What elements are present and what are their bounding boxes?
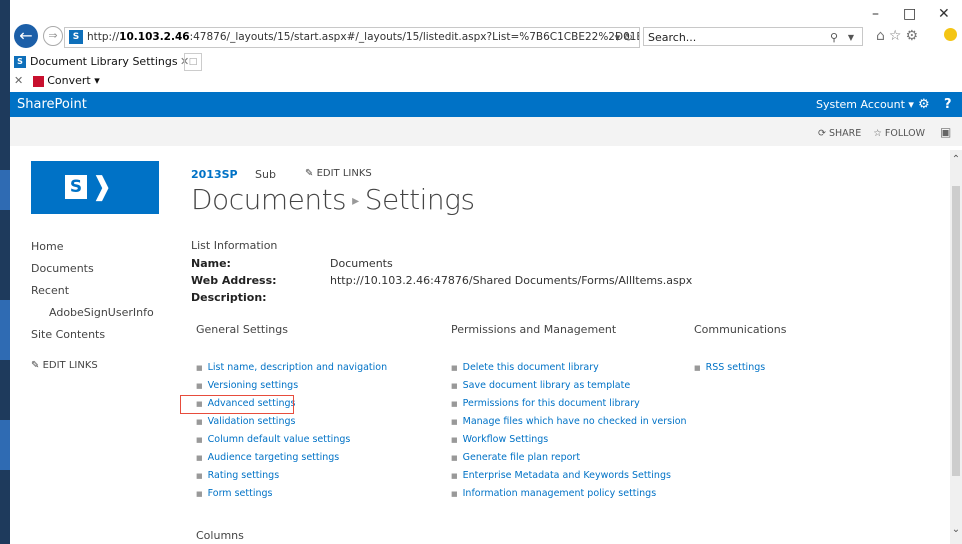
address-bar[interactable]: Shttp://10.103.2.46:47876/_layouts/15/st… bbox=[64, 27, 640, 48]
breadcrumb-site[interactable]: 2013SP bbox=[191, 168, 238, 181]
communications-heading: Communications bbox=[694, 323, 787, 336]
name-value: Documents bbox=[330, 257, 393, 270]
link-delete-library[interactable]: ■ Delete this document library bbox=[451, 362, 599, 373]
feedback-smiley-icon[interactable] bbox=[944, 28, 957, 41]
chevron-down-icon[interactable]: ▼ bbox=[848, 28, 854, 47]
pdf-icon bbox=[33, 75, 45, 87]
nav-item-recent[interactable]: Recent bbox=[31, 284, 69, 297]
link-workflow-settings[interactable]: ■ Workflow Settings bbox=[451, 434, 548, 445]
follow-button[interactable]: ☆ FOLLOW bbox=[873, 128, 925, 139]
help-icon[interactable]: ? bbox=[944, 92, 952, 117]
scroll-up-icon[interactable]: ⌃ bbox=[950, 154, 962, 165]
chevron-down-icon[interactable]: ▾ bbox=[94, 74, 100, 87]
nav-item-home[interactable]: Home bbox=[31, 240, 63, 253]
convert-button[interactable]: Convert bbox=[47, 74, 91, 87]
link-form-settings[interactable]: ■ Form settings bbox=[196, 488, 272, 499]
nav-item-site-contents[interactable]: Site Contents bbox=[31, 328, 105, 341]
list-info-heading: List Information bbox=[191, 239, 278, 252]
close-icon[interactable]: ✕ bbox=[14, 74, 23, 87]
share-button[interactable]: ⟳ SHARE bbox=[818, 128, 861, 139]
refresh-icon[interactable]: ▾ ↻ bbox=[615, 28, 633, 47]
sharepoint-logo-icon: S bbox=[65, 175, 87, 199]
link-versioning-settings[interactable]: ■ Versioning settings bbox=[196, 380, 298, 391]
pencil-icon: ✎ bbox=[31, 360, 40, 371]
web-address-value: http://10.103.2.46:47876/Shared Document… bbox=[330, 274, 693, 287]
forward-button[interactable]: ⇒ bbox=[43, 26, 63, 46]
close-icon[interactable]: ✕ bbox=[938, 6, 950, 22]
link-manage-unchecked-files[interactable]: ■ Manage files which have no checked in v… bbox=[451, 416, 687, 427]
breadcrumb-sub[interactable]: Sub bbox=[255, 168, 276, 181]
web-address-label: Web Address: bbox=[191, 274, 277, 287]
edit-links-top[interactable]: ✎ EDIT LINKS bbox=[305, 168, 372, 179]
back-button[interactable]: ← bbox=[14, 24, 38, 48]
account-menu[interactable]: System Account ▾ bbox=[816, 92, 914, 117]
share-follow-bar: ⟳ SHARE ☆ FOLLOW bbox=[818, 128, 925, 139]
home-star-gear-icon[interactable]: ⌂☆⚙ bbox=[876, 28, 922, 44]
site-logo[interactable]: S ❱ bbox=[31, 161, 159, 214]
columns-heading: Columns bbox=[196, 529, 244, 542]
minimize-icon[interactable]: – bbox=[872, 6, 879, 22]
focus-content-icon[interactable]: ▣ bbox=[940, 125, 951, 139]
link-info-management-policy[interactable]: ■ Information management policy settings bbox=[451, 488, 656, 499]
sharepoint-brand[interactable]: SharePoint bbox=[17, 92, 87, 117]
gear-icon[interactable]: ⚙ bbox=[918, 92, 930, 117]
vertical-scrollbar[interactable]: ⌃ ⌄ bbox=[950, 150, 962, 544]
page-title: Documents ▸ Settings bbox=[191, 183, 475, 216]
nav-item-documents[interactable]: Documents bbox=[31, 262, 94, 275]
link-rating-settings[interactable]: ■ Rating settings bbox=[196, 470, 279, 481]
nav-item-adobesignuserinfo[interactable]: AdobeSignUserInfo bbox=[49, 306, 154, 319]
scrollbar-thumb[interactable] bbox=[952, 186, 960, 476]
desktop-background bbox=[0, 0, 10, 544]
permissions-heading: Permissions and Management bbox=[451, 323, 617, 336]
description-label: Description: bbox=[191, 291, 267, 304]
maximize-icon[interactable]: □ bbox=[903, 6, 916, 22]
search-icon[interactable]: ⚲ bbox=[830, 28, 838, 47]
link-column-default-value[interactable]: ■ Column default value settings bbox=[196, 434, 350, 445]
tab-document-library-settings[interactable]: S Document Library Settings ✕ bbox=[14, 52, 202, 72]
link-enterprise-metadata[interactable]: ■ Enterprise Metadata and Keywords Settin… bbox=[451, 470, 671, 481]
suite-bar: SharePoint System Account ▾ ⚙ ? bbox=[10, 92, 962, 117]
link-permissions[interactable]: ■ Permissions for this document library bbox=[451, 398, 640, 409]
scroll-down-icon[interactable]: ⌄ bbox=[950, 524, 962, 535]
pencil-icon: ✎ bbox=[305, 168, 314, 179]
name-label: Name: bbox=[191, 257, 231, 270]
advanced-settings-highlight-box bbox=[180, 395, 294, 414]
sharepoint-favicon-icon: S bbox=[14, 56, 26, 68]
general-settings-heading: General Settings bbox=[196, 323, 288, 336]
link-rss-settings[interactable]: ■ RSS settings bbox=[694, 362, 765, 373]
sharepoint-favicon-icon: S bbox=[69, 30, 83, 44]
command-bar: ✕ Convert ▾ bbox=[14, 72, 100, 90]
new-tab-button[interactable]: □ bbox=[184, 53, 202, 71]
title-list-link[interactable]: Documents bbox=[191, 183, 347, 216]
link-validation-settings[interactable]: ■ Validation settings bbox=[196, 416, 295, 427]
link-file-plan-report[interactable]: ■ Generate file plan report bbox=[451, 452, 580, 463]
nav-edit-links[interactable]: ✎ EDIT LINKS bbox=[31, 360, 98, 371]
search-input[interactable]: Search... ⚲ ▼ bbox=[643, 27, 863, 46]
link-save-as-template[interactable]: ■ Save document library as template bbox=[451, 380, 630, 391]
link-list-name-description[interactable]: ■ List name, description and navigation bbox=[196, 362, 387, 373]
link-audience-targeting[interactable]: ■ Audience targeting settings bbox=[196, 452, 339, 463]
